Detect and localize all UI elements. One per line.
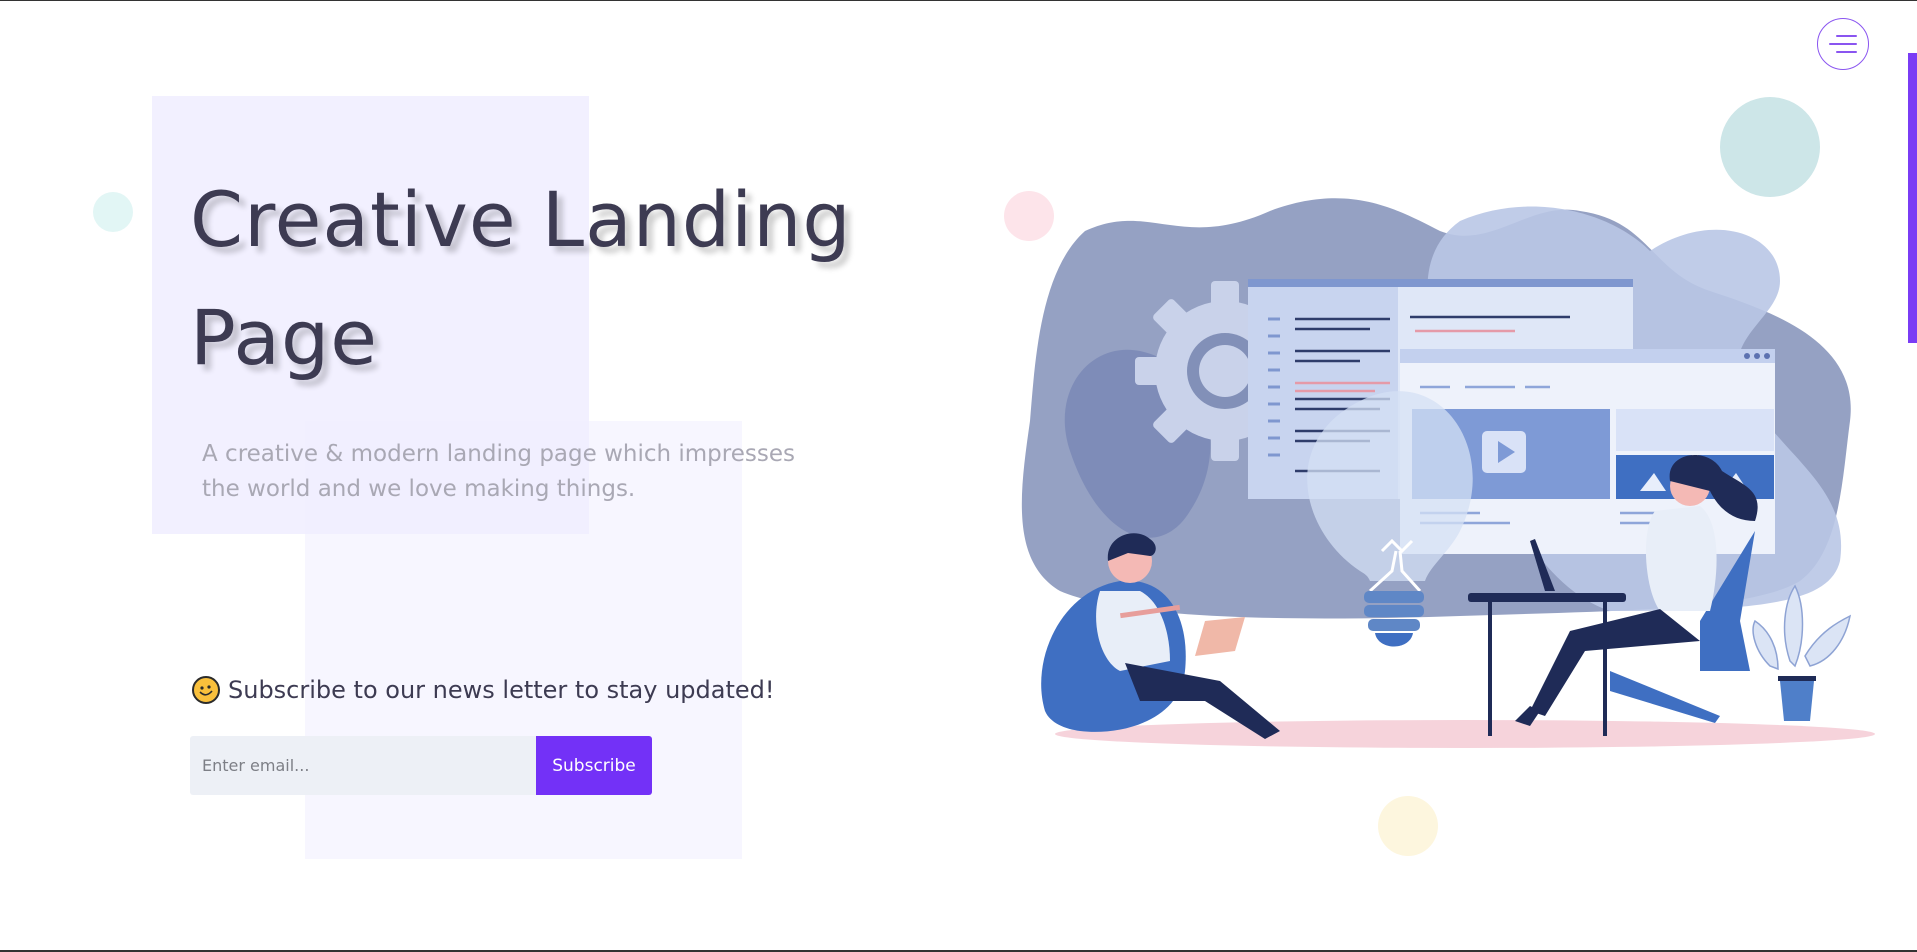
hero-title: Creative Landing Page	[190, 175, 852, 382]
subscribe-form: Subscribe	[190, 736, 652, 795]
hero-illustration	[1021, 198, 1875, 748]
newsletter-heading-text: Subscribe to our news letter to stay upd…	[228, 676, 775, 704]
subscribe-button[interactable]: Subscribe	[536, 736, 652, 795]
decorative-dot-blue	[1720, 97, 1820, 197]
email-input[interactable]	[190, 736, 536, 795]
potted-plant	[1752, 584, 1852, 721]
menu-button[interactable]	[1817, 18, 1869, 70]
newsletter-heading: Subscribe to our news letter to stay upd…	[192, 676, 775, 704]
floor-shadow	[1055, 720, 1875, 748]
decorative-dot-teal	[93, 192, 133, 232]
decorative-dot-yellow	[1378, 796, 1438, 856]
smiling-face-emoji-icon	[192, 676, 220, 704]
scrollbar-thumb[interactable]	[1908, 53, 1917, 343]
hero-subtitle: A creative & modern landing page which i…	[202, 441, 795, 502]
hamburger-menu-icon	[1829, 35, 1857, 53]
